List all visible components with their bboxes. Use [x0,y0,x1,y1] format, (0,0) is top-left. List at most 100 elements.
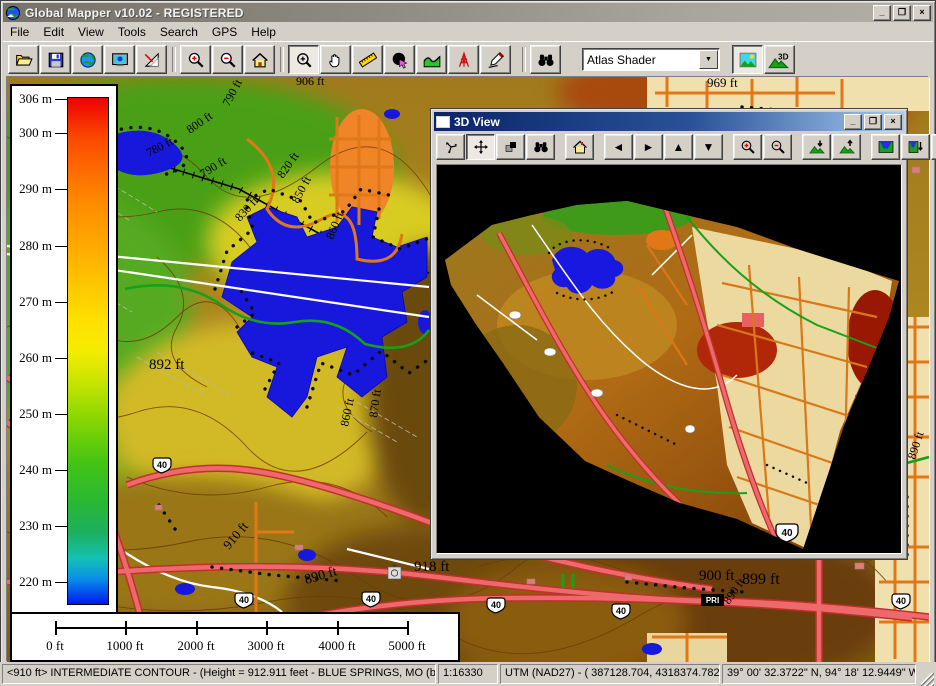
shield-40: 40 [239,595,249,605]
water-toggle-button[interactable] [871,134,900,160]
minimize-button[interactable]: _ [873,5,891,21]
water-lower-button[interactable] [901,134,930,160]
squares-offset-icon [503,139,519,155]
zoom-in-3d-button[interactable] [733,134,762,160]
resize-grip[interactable] [921,673,934,686]
svg-text:PRI: PRI [706,596,719,605]
step-right-button[interactable]: ► [634,134,663,160]
scale-label: 3000 ft [236,638,296,654]
shader-value: Atlas Shader [583,53,699,67]
elevation-gradient-bar [67,97,109,605]
zoom-out-button[interactable] [212,45,243,74]
legend-tick-label: 270 m [16,294,52,310]
feature-info-button[interactable] [384,45,415,74]
svg-text:899 ft: 899 ft [742,571,780,588]
svg-text:40: 40 [781,528,793,539]
info-pointer-icon [391,51,409,69]
measure-tool-button[interactable] [352,45,383,74]
three-d-viewport[interactable]: 40 [436,164,902,554]
status-bar: <910 ft> INTERMEDIATE CONTOUR - (Height … [0,662,936,686]
chevron-down-icon[interactable]: ▼ [699,50,718,69]
zoom-out-3d-button[interactable] [763,134,792,160]
open-folder-icon [15,51,33,69]
svg-text:969 ft: 969 ft [707,77,738,90]
legend-tick-label: 300 m [16,125,52,141]
ruler-icon [359,51,377,69]
rotate-tool-button[interactable] [436,134,465,160]
water-icon [878,139,894,155]
toolbar-separator [280,47,284,72]
texture-map-button[interactable] [732,45,763,74]
status-projection-coords: UTM (NAD27) - ( 387128.704, 4318374.782 … [500,664,720,684]
globe-icon [79,51,97,69]
zoom-in-button[interactable] [180,45,211,74]
svg-text:900 ft: 900 ft [699,568,735,584]
offset-button[interactable] [496,134,525,160]
legend-tick-label: 230 m [16,518,52,534]
up-arrow-icon: ▲ [673,141,685,153]
step-down-button[interactable]: ▼ [694,134,723,160]
three-d-icon: 3D [768,51,792,69]
zoom-tool-button[interactable] [288,45,319,74]
home-view-button[interactable] [565,134,594,160]
view-shed-button[interactable] [448,45,479,74]
menu-help[interactable]: Help [244,23,283,41]
zoom-in-icon [187,51,205,69]
digitizer-pen-button[interactable] [480,45,511,74]
menu-file[interactable]: File [3,23,36,41]
full-view-button[interactable] [244,45,275,74]
online-data-button[interactable] [72,45,103,74]
exaggeration-down-button[interactable] [802,134,831,160]
monitor-icon [111,51,129,69]
maximize-button[interactable]: ❐ [893,5,911,21]
shield-40: 40 [896,596,906,606]
scale-label: 2000 ft [166,638,226,654]
three-d-minimize-button[interactable]: _ [844,114,862,130]
hill-down-icon [809,139,825,155]
menu-tools[interactable]: Tools [111,23,153,41]
zoom-out-icon [770,139,786,155]
path-profile-button[interactable] [416,45,447,74]
legend-tick-label: 306 m [16,91,52,107]
legend-tick-label: 290 m [16,181,52,197]
pen-icon [487,51,505,69]
three-d-close-button[interactable]: × [884,114,902,130]
scale-label: 5000 ft [377,638,437,654]
close-button[interactable]: × [913,5,931,21]
rotate-arrows-icon [443,139,459,155]
svg-text:892 ft: 892 ft [149,357,185,373]
scale-bar: 0 ft 1000 ft 2000 ft 3000 ft 4000 ft 500… [10,612,460,662]
pan-tool-button[interactable] [320,45,351,74]
find-3d-button[interactable] [526,134,555,160]
texture-map-icon [738,51,758,69]
step-up-button[interactable]: ▲ [664,134,693,160]
display-options-button[interactable] [104,45,135,74]
scale-label: 1000 ft [95,638,155,654]
floppy-icon [47,51,65,69]
scale-label: 0 ft [25,638,85,654]
menu-edit[interactable]: Edit [36,23,71,41]
scale-label: 4000 ft [307,638,367,654]
water-raise-button[interactable] [931,134,936,160]
zoom-in-icon [740,139,756,155]
shader-select[interactable]: Atlas Shader ▼ [582,48,720,71]
pan-3d-button[interactable] [466,134,495,160]
menu-view[interactable]: View [71,23,111,41]
status-feature-info: <910 ft> INTERMEDIATE CONTOUR - (Height … [2,664,436,684]
three-d-title-bar[interactable]: 3D View _ ❐ × [434,112,904,131]
three-d-view-button[interactable]: 3D [764,45,795,74]
legend-tick-label: 240 m [16,462,52,478]
save-workspace-button[interactable] [40,45,71,74]
menu-search[interactable]: Search [153,23,205,41]
step-left-button[interactable]: ◄ [604,134,633,160]
open-file-button[interactable] [8,45,39,74]
menu-gps[interactable]: GPS [205,23,244,41]
binoculars-icon [533,139,549,155]
three-d-maximize-button[interactable]: ❐ [864,114,882,130]
main-toolbar: Atlas Shader ▼ 3D [3,41,933,77]
find-button[interactable] [530,45,561,74]
exaggeration-up-button[interactable] [832,134,861,160]
map-layout-button[interactable] [136,45,167,74]
app-icon [5,5,21,21]
window-title: Global Mapper v10.02 - REGISTERED [25,6,871,20]
